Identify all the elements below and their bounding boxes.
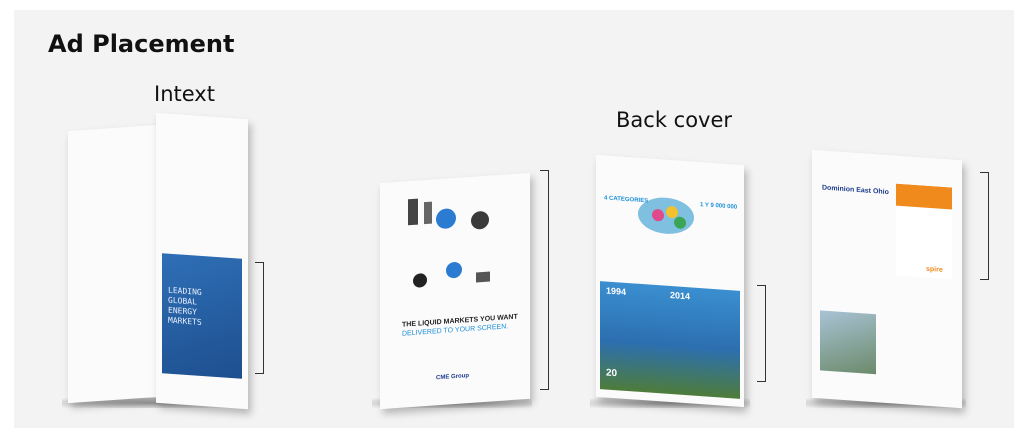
ad-line: MARKETS (168, 315, 202, 327)
gas-age: 20 (606, 367, 618, 380)
magazine-intext-right-page: LEADING GLOBAL ENERGY MARKETS (156, 112, 248, 410)
magazine-gas-page: 4 CATEGORIES 1 Y 9 000 000 1994 2014 20 (596, 154, 744, 408)
magazine-intext-left-page (68, 124, 158, 404)
caption-back-cover: Back cover (616, 108, 733, 132)
gas-year-2: 2014 (670, 290, 691, 302)
dominion-photo (820, 310, 876, 375)
placement-bracket (540, 170, 549, 390)
intext-energy-ad: LEADING GLOBAL ENERGY MARKETS (162, 253, 242, 379)
caption-intext: Intext (154, 82, 215, 106)
placement-bracket (255, 262, 264, 374)
spire-ad: spire (896, 183, 952, 280)
placement-bracket (757, 285, 766, 382)
magazine-cme-page: THE LIQUID MARKETS YOU WANT DELIVERED TO… (380, 172, 530, 410)
dominion-title: Dominion East Ohio (822, 184, 889, 197)
spire-header (896, 183, 952, 210)
spire-brand: spire (926, 265, 943, 274)
page-title: Ad Placement (48, 30, 235, 58)
placement-bracket (980, 172, 989, 280)
magazine-dominion-page: Dominion East Ohio spire (812, 149, 962, 409)
gas-bottom-ad: 1994 2014 20 (600, 281, 740, 399)
gas-year-1: 1994 (606, 285, 627, 297)
